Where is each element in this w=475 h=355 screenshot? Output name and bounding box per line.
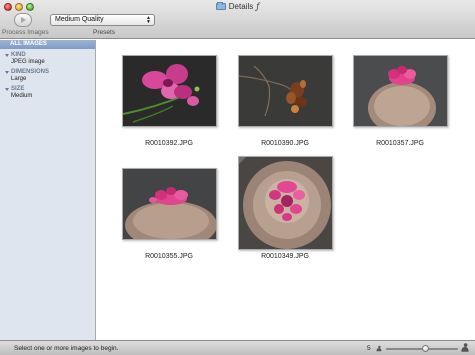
sidebar: ALL IMAGES KIND JPEG image DIMENSIONS La… bbox=[0, 40, 96, 340]
sidebar-group-title-label: SIZE bbox=[11, 86, 25, 92]
zoom-in-icon[interactable] bbox=[461, 343, 469, 352]
presets-label: Presets bbox=[93, 29, 116, 36]
sidebar-group-dimensions: DIMENSIONS Large bbox=[0, 68, 95, 83]
sidebar-item-large[interactable]: Large bbox=[5, 76, 95, 83]
sidebar-item-all-images[interactable]: ALL IMAGES bbox=[0, 40, 95, 49]
image-thumbnail-seed-pod[interactable] bbox=[238, 55, 333, 127]
play-icon bbox=[21, 17, 26, 23]
sidebar-group-size: SIZE Medium bbox=[0, 85, 95, 100]
cactus-side-photo bbox=[354, 56, 447, 126]
preset-select[interactable]: Medium Quality ▲ ▼ bbox=[50, 14, 155, 26]
cactus-top-photo bbox=[239, 157, 332, 249]
sidebar-group-title-label: DIMENSIONS bbox=[11, 69, 50, 75]
image-thumbnail-cactus-side[interactable] bbox=[353, 55, 448, 127]
window-title: Details ƒ bbox=[0, 2, 475, 11]
orchid-photo bbox=[123, 56, 216, 126]
thumbnail-size-slider[interactable] bbox=[386, 345, 458, 352]
preset-select-value: Medium Quality bbox=[55, 16, 104, 23]
sidebar-group-title[interactable]: KIND bbox=[5, 51, 95, 59]
image-caption: R0010390.JPG bbox=[261, 140, 309, 147]
window-title-suffix: ƒ bbox=[256, 2, 260, 11]
image-caption: R0010392.JPG bbox=[145, 140, 193, 147]
image-caption: R0010349.JPG bbox=[261, 253, 309, 260]
process-images-label: Process Images bbox=[2, 29, 49, 36]
sidebar-group-title-label: KIND bbox=[11, 52, 26, 58]
sidebar-group-kind: KIND JPEG image bbox=[0, 51, 95, 66]
image-thumbnail-cactus-wide[interactable] bbox=[122, 168, 217, 240]
disclosure-triangle-icon[interactable] bbox=[5, 70, 9, 74]
sidebar-group-title[interactable]: SIZE bbox=[5, 85, 95, 93]
disclosure-triangle-icon[interactable] bbox=[5, 53, 9, 57]
disclosure-triangle-icon[interactable] bbox=[5, 87, 9, 91]
status-message: Select one or more images to begin. bbox=[14, 345, 119, 352]
zoom-out-icon[interactable] bbox=[376, 345, 382, 352]
image-thumbnail-cactus-top[interactable] bbox=[238, 156, 333, 250]
sidebar-item-jpeg-image[interactable]: JPEG image bbox=[5, 59, 95, 66]
status-bar: Select one or more images to begin. 5 bbox=[0, 340, 475, 355]
tag-corner-icon bbox=[239, 157, 246, 164]
image-caption: R0010357.JPG bbox=[376, 140, 424, 147]
slider-knob[interactable] bbox=[421, 345, 429, 352]
process-images-button[interactable] bbox=[14, 13, 32, 27]
image-browser: R0010392.JPG R0010390.JPG R0010357.JPG R… bbox=[97, 40, 475, 340]
image-thumbnail-orchid[interactable] bbox=[122, 55, 217, 127]
image-caption: R0010355.JPG bbox=[145, 253, 193, 260]
sidebar-item-medium[interactable]: Medium bbox=[5, 93, 95, 100]
select-arrows-icon: ▲ ▼ bbox=[146, 15, 151, 25]
cactus-wide-photo bbox=[123, 169, 216, 239]
window-title-text: Details bbox=[228, 2, 254, 11]
sidebar-group-title[interactable]: DIMENSIONS bbox=[5, 68, 95, 76]
image-count: 5 bbox=[367, 345, 371, 352]
window-toolbar: Details ƒ Process Images Medium Quality … bbox=[0, 0, 475, 39]
folder-icon bbox=[215, 2, 226, 10]
seed-pod-photo bbox=[239, 56, 332, 126]
